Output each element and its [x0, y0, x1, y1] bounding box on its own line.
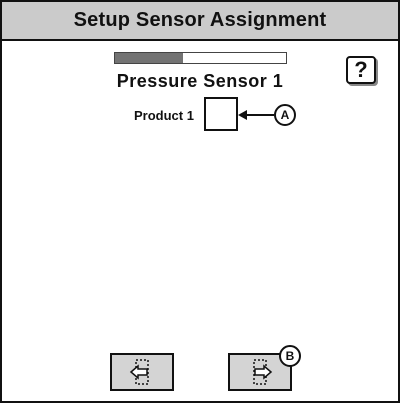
title-bar: Setup Sensor Assignment: [2, 2, 398, 41]
callout-a-arrow-icon: [238, 110, 274, 120]
next-arrow-icon: [253, 359, 273, 385]
sensor-title: Pressure Sensor 1: [116, 71, 284, 91]
back-arrow-icon: [129, 359, 149, 385]
product-label: Product 1: [134, 108, 194, 123]
progress-bar: [114, 52, 287, 64]
setup-window: Setup Sensor Assignment ? Pressure Senso…: [0, 0, 400, 403]
callout-b: B: [279, 345, 301, 367]
page-title: Setup Sensor Assignment: [73, 9, 327, 31]
back-button[interactable]: [110, 353, 174, 391]
callout-a: A: [274, 104, 296, 126]
callout-b-label: B: [285, 349, 295, 363]
callout-a-label: A: [280, 108, 290, 122]
product-checkbox[interactable]: [204, 97, 238, 131]
progress-fill: [115, 53, 184, 63]
